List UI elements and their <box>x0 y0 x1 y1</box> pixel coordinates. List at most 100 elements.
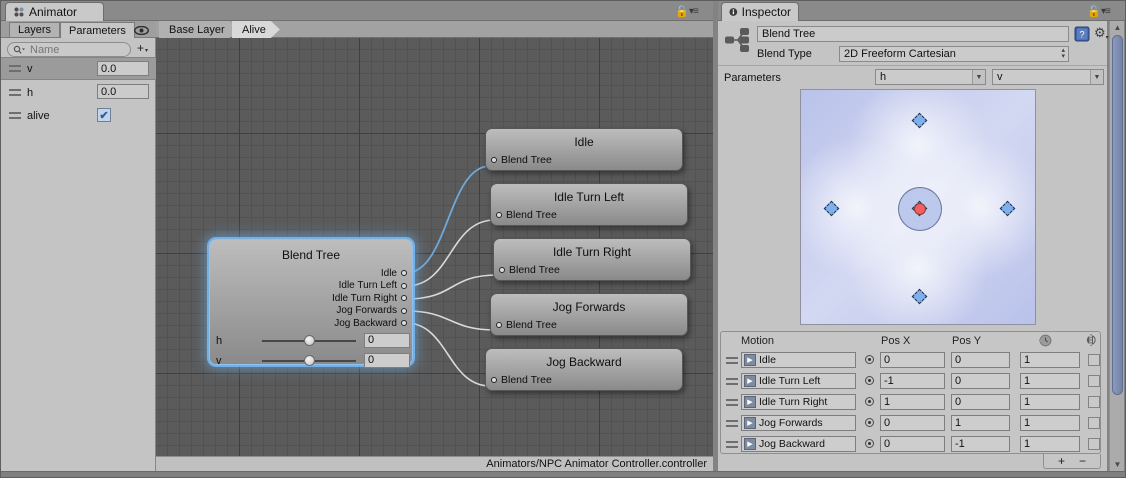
connector-dot-icon[interactable] <box>496 322 502 328</box>
search-input[interactable] <box>28 43 113 57</box>
object-picker-icon[interactable] <box>865 418 874 427</box>
node-input[interactable]: Blend Tree <box>491 154 552 166</box>
slider-track[interactable] <box>262 340 356 342</box>
parameter-value-field[interactable] <box>97 61 149 76</box>
blend-point-idle-turn-right[interactable] <box>1000 201 1016 217</box>
drag-handle-icon[interactable] <box>726 420 738 427</box>
node-idle[interactable]: Idle Blend Tree <box>485 128 683 171</box>
speed-field[interactable] <box>1020 436 1080 452</box>
output-jog-forwards[interactable]: Jog Forwards <box>332 305 407 318</box>
motion-row-idle[interactable]: ▶ Idle <box>721 350 1100 371</box>
object-picker-icon[interactable] <box>865 376 874 385</box>
pos-x-field[interactable] <box>880 373 945 389</box>
slider-track[interactable] <box>262 360 356 362</box>
breadcrumb-base-layer[interactable]: Base Layer <box>159 21 239 38</box>
tab-layers[interactable]: Layers <box>9 22 60 38</box>
pane-menu-icon[interactable]: ▾≡ <box>1101 6 1110 17</box>
lock-icon[interactable]: 🔓 <box>1087 5 1101 18</box>
blend-point-jog-backward[interactable] <box>912 289 928 305</box>
blend-tree-name-field[interactable] <box>757 26 1069 42</box>
inspector-scrollbar[interactable]: ▲ ▼ <box>1109 21 1124 471</box>
parameter-checkbox-checked[interactable]: ✔ <box>97 108 111 122</box>
drag-handle-icon[interactable] <box>726 357 738 364</box>
motion-object-field[interactable]: ▶ Idle Turn Left <box>741 373 856 389</box>
motion-row-idle-turn-left[interactable]: ▶ Idle Turn Left <box>721 371 1100 392</box>
slider-value[interactable]: 0 <box>364 353 410 368</box>
object-picker-icon[interactable] <box>865 439 874 448</box>
connector-dot-icon[interactable] <box>401 270 407 276</box>
connector-dot-icon[interactable] <box>401 295 407 301</box>
pos-y-field[interactable] <box>951 436 1010 452</box>
connector-dot-icon[interactable] <box>491 157 497 163</box>
scroll-up-icon[interactable]: ▲ <box>1110 21 1125 34</box>
parameter-value-field[interactable] <box>97 84 149 99</box>
drag-handle-icon[interactable] <box>9 65 21 72</box>
mirror-checkbox[interactable] <box>1088 375 1100 387</box>
motion-object-field[interactable]: ▶ Idle Turn Right <box>741 394 856 410</box>
connector-dot-icon[interactable] <box>401 308 407 314</box>
mirror-checkbox[interactable] <box>1088 438 1100 450</box>
motion-row-jog-forwards[interactable]: ▶ Jog Forwards <box>721 413 1100 434</box>
parameter-row-h[interactable]: h <box>1 81 156 104</box>
object-picker-icon[interactable] <box>865 355 874 364</box>
param-y-dropdown[interactable]: v ▼ <box>992 69 1104 85</box>
slider-value[interactable]: 0 <box>364 333 410 348</box>
lock-icon[interactable]: 🔓 <box>675 5 689 18</box>
param-x-dropdown[interactable]: h ▼ <box>875 69 986 85</box>
blend-space-2d-view[interactable] <box>800 89 1036 325</box>
scroll-down-icon[interactable]: ▼ <box>1110 458 1125 471</box>
motion-row-jog-backward[interactable]: ▶ Jog Backward <box>721 434 1100 455</box>
scrollbar-thumb[interactable] <box>1112 35 1123 395</box>
remove-motion-button[interactable]: − <box>1079 456 1086 466</box>
blend-tree-node[interactable]: Blend Tree Idle Idle Turn Left Idle Turn… <box>209 239 413 365</box>
node-jog-forwards[interactable]: Jog Forwards Blend Tree <box>490 293 688 336</box>
drag-handle-icon[interactable] <box>726 399 738 406</box>
blend-point-idle-turn-left[interactable] <box>824 201 840 217</box>
drag-handle-icon[interactable] <box>726 441 738 448</box>
output-jog-backward[interactable]: Jog Backward <box>332 317 407 330</box>
animator-window-tab[interactable]: Animator <box>5 2 104 21</box>
speed-field[interactable] <box>1020 415 1080 431</box>
output-idle-turn-right[interactable]: Idle Turn Right <box>332 292 407 305</box>
node-idle-turn-left[interactable]: Idle Turn Left Blend Tree <box>490 183 688 226</box>
pos-x-field[interactable] <box>880 394 945 410</box>
pos-y-field[interactable] <box>951 373 1010 389</box>
parameter-search[interactable] <box>7 42 131 57</box>
drag-handle-icon[interactable] <box>726 378 738 385</box>
gear-icon[interactable]: ⚙▾ <box>1094 25 1109 41</box>
speed-field[interactable] <box>1020 352 1080 368</box>
breadcrumb-alive[interactable]: Alive <box>232 21 280 38</box>
add-motion-button[interactable]: + <box>1058 456 1065 466</box>
pos-x-field[interactable] <box>880 352 945 368</box>
mirror-checkbox[interactable] <box>1088 396 1100 408</box>
node-input[interactable]: Blend Tree <box>496 319 557 331</box>
speed-field[interactable] <box>1020 394 1080 410</box>
tab-parameters[interactable]: Parameters <box>60 22 135 39</box>
object-picker-icon[interactable] <box>865 397 874 406</box>
node-idle-turn-right[interactable]: Idle Turn Right Blend Tree <box>493 238 691 281</box>
pos-y-field[interactable] <box>951 415 1010 431</box>
blend-type-dropdown[interactable]: 2D Freeform Cartesian ▴▾ <box>839 46 1069 62</box>
connector-dot-icon[interactable] <box>499 267 505 273</box>
connector-dot-icon[interactable] <box>491 377 497 383</box>
connector-dot-icon[interactable] <box>401 320 407 326</box>
drag-handle-icon[interactable] <box>9 89 21 96</box>
eye-icon[interactable] <box>134 26 149 35</box>
add-parameter-button[interactable]: + <box>137 43 144 53</box>
node-jog-backward[interactable]: Jog Backward Blend Tree <box>485 348 683 391</box>
mirror-checkbox[interactable] <box>1088 354 1100 366</box>
motion-object-field[interactable]: ▶ Idle <box>741 352 856 368</box>
output-idle-turn-left[interactable]: Idle Turn Left <box>332 280 407 293</box>
motion-row-idle-turn-right[interactable]: ▶ Idle Turn Right <box>721 392 1100 413</box>
parameter-row-v[interactable]: v <box>1 57 156 80</box>
blend-current-sample-point[interactable] <box>914 203 926 215</box>
drag-handle-icon[interactable] <box>9 112 21 119</box>
node-input[interactable]: Blend Tree <box>496 209 557 221</box>
pane-menu-icon[interactable]: ▾≡ <box>689 6 698 17</box>
motion-object-field[interactable]: ▶ Jog Forwards <box>741 415 856 431</box>
node-input[interactable]: Blend Tree <box>499 264 560 276</box>
pos-y-field[interactable] <box>951 394 1010 410</box>
mirror-checkbox[interactable] <box>1088 417 1100 429</box>
connector-dot-icon[interactable] <box>401 283 407 289</box>
inspector-window-tab[interactable]: Inspector <box>721 2 799 21</box>
